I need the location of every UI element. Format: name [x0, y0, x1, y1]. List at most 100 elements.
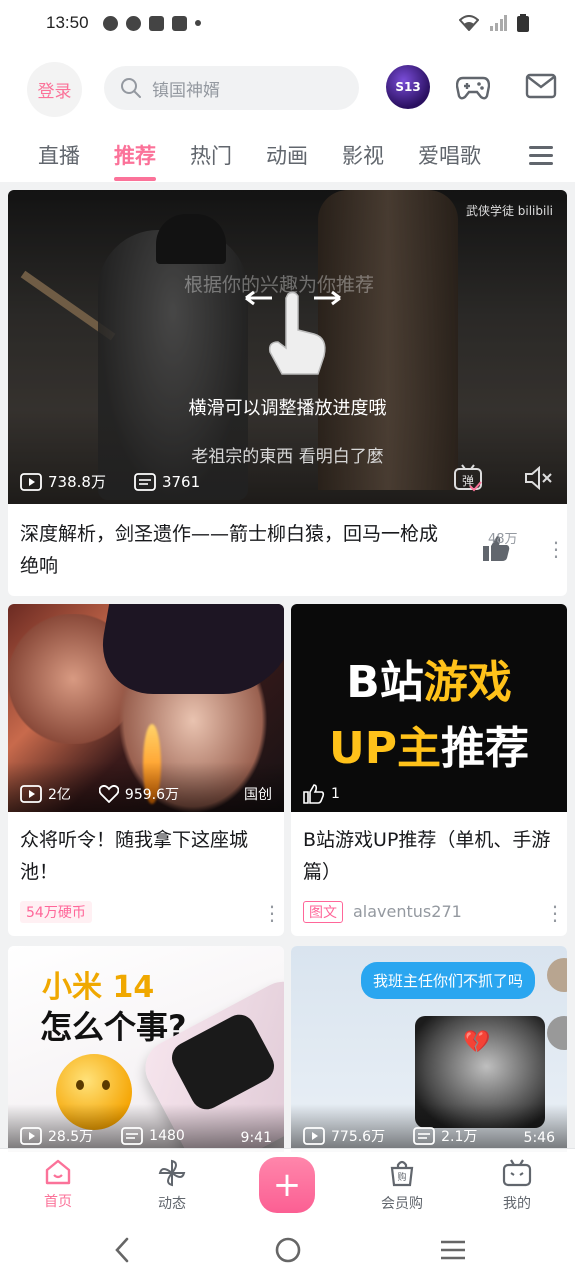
danmaku-count-icon [134, 472, 156, 491]
wifi-icon [459, 15, 479, 31]
play-count-icon [20, 472, 42, 491]
broken-heart-icon: 💔 [463, 1030, 491, 1055]
home-circle-icon[interactable] [274, 1236, 302, 1264]
danmaku-count-icon [413, 1127, 435, 1145]
featured-video-player[interactable]: 武侠学徒 bilibili 根据你的兴趣为你推荐 横滑可以调整播放进度哦 老祖宗… [8, 190, 567, 504]
thumb-title-1: 小米 14 [42, 970, 155, 1005]
video-card[interactable]: 我班主任你们不抓了吗 💔 775.6万 2.1万 5:46 [291, 946, 567, 1152]
video-subtitle: 老祖宗的東西 看明白了麼 [191, 447, 384, 467]
video-thumbnail[interactable]: 我班主任你们不抓了吗 💔 775.6万 2.1万 5:46 [291, 946, 567, 1152]
nav-mine[interactable]: 我的 [477, 1159, 557, 1213]
svg-text:购: 购 [397, 1171, 406, 1183]
s13-event-avatar[interactable]: S13 [386, 65, 430, 109]
video-card[interactable]: 2亿 959.6万 国创 众将听令！随我拿下这座城池！ 54万硬币 ⋮ [8, 604, 284, 936]
featured-video-title[interactable]: 深度解析，剑圣遗作——箭士柳白猿，回马一枪成绝响 [20, 518, 440, 582]
home-icon [45, 1159, 71, 1185]
play-count-icon [20, 785, 42, 803]
tab-film[interactable]: 影视 [342, 130, 384, 182]
video-thumbnail[interactable]: 小米 14 怎么个事? 28.5万 1480 9:41 [8, 946, 284, 1152]
top-header: 登录 镇国神婿 S13 [0, 46, 575, 130]
like-count: 1 [331, 786, 340, 802]
video-watermark: 武侠学徒 bilibili [465, 204, 553, 218]
publish-plus-button[interactable]: + [259, 1157, 315, 1213]
danmaku-count: 1480 [149, 1128, 185, 1144]
tab-anime[interactable]: 动画 [266, 130, 308, 182]
nav-dynamic[interactable]: 动态 [132, 1159, 212, 1213]
bilibili-notification-icon [148, 15, 164, 31]
thumb-text-line1: B站游戏 [346, 657, 512, 708]
tab-hot[interactable]: 热门 [190, 130, 232, 182]
featured-video-stats: 738.8万 3761 [20, 471, 200, 492]
nav-home[interactable]: 首页 [18, 1159, 98, 1211]
featured-more-icon[interactable]: ⋮ [546, 539, 566, 559]
recommend-feed[interactable]: 武侠学徒 bilibili 根据你的兴趣为你推荐 横滑可以调整播放进度哦 老祖宗… [0, 182, 575, 1152]
recents-menu-icon[interactable] [439, 1236, 467, 1264]
bottom-navigation: 首页 动态 + 购 会员购 我的 [0, 1148, 575, 1220]
danmaku-count: 2.1万 [441, 1129, 478, 1145]
battery-icon [517, 14, 529, 32]
shopping-bag-icon: 购 [390, 1160, 414, 1187]
featured-danmaku-count: 3761 [161, 472, 201, 491]
back-icon[interactable] [112, 1236, 132, 1264]
search-bar[interactable]: 镇国神婿 [104, 66, 359, 110]
tab-live[interactable]: 直播 [38, 130, 80, 182]
video-title[interactable]: 众将听令！随我拿下这座城池！ [20, 824, 272, 888]
bilibili-notification-icon-2 [171, 15, 187, 31]
chat-bubble: 我班主任你们不抓了吗 [361, 962, 536, 999]
info-icon [125, 15, 141, 31]
video-duration: 5:46 [523, 1130, 555, 1146]
tab-recommend[interactable]: 推荐 [114, 130, 156, 182]
tab-singing[interactable]: 爱唱歌 [418, 130, 481, 182]
coin-tag: 54万硬币 [20, 901, 92, 923]
heart-icon [98, 785, 119, 803]
featured-video-card[interactable]: 武侠学徒 bilibili 根据你的兴趣为你推荐 横滑可以调整播放进度哦 老祖宗… [8, 190, 567, 596]
video-thumbnail[interactable]: 2亿 959.6万 国创 [8, 604, 284, 812]
video-card[interactable]: 小米 14 怎么个事? 28.5万 1480 9:41 [8, 946, 284, 1152]
mute-icon[interactable] [523, 466, 553, 490]
article-title[interactable]: B站游戏UP推荐（单机、手游篇） [303, 824, 555, 888]
notification-app-icon [102, 15, 118, 31]
svg-text:弹: 弹 [462, 474, 474, 488]
more-notifications-dot [194, 20, 201, 26]
article-stats: 1 [303, 784, 340, 804]
play-count-icon [303, 1127, 325, 1145]
featured-view-count: 738.8万 [48, 473, 106, 491]
mail-icon[interactable] [525, 72, 557, 100]
more-icon[interactable]: ⋮ [545, 903, 565, 923]
nav-vip-shop[interactable]: 购 会员购 [362, 1159, 442, 1213]
game-controller-icon[interactable] [456, 72, 490, 102]
more-icon[interactable]: ⋮ [262, 903, 282, 923]
video-stats: 775.6万 2.1万 [303, 1126, 477, 1146]
danmaku-toggle-icon[interactable]: 弹 [453, 464, 483, 492]
article-thumbnail[interactable]: B站游戏 UP主推荐 1 [291, 604, 567, 812]
signal-icon [490, 15, 507, 31]
play-count-icon [20, 1127, 42, 1145]
video-stats: 28.5万 1480 [20, 1126, 185, 1146]
pinwheel-icon [158, 1159, 186, 1187]
status-time: 13:50 [46, 13, 89, 32]
swipe-hand-icon [245, 290, 341, 375]
article-card[interactable]: B站游戏 UP主推荐 1 B站游戏UP推荐（单机、手游篇） 图文 alavent… [291, 604, 567, 936]
author-name[interactable]: alaventus271 [353, 902, 462, 921]
status-bar: 13:50 [0, 0, 575, 46]
tv-icon [502, 1159, 532, 1187]
featured-like-count: 48万 [488, 532, 518, 547]
view-count: 28.5万 [48, 1129, 94, 1145]
gesture-hint: 横滑可以调整播放进度哦 [188, 398, 387, 419]
like-count: 959.6万 [124, 787, 180, 803]
article-type-tag: 图文 [303, 901, 343, 923]
category-badge: 国创 [244, 787, 272, 803]
video-stats: 2亿 959.6万 [20, 784, 179, 804]
notification-icons [102, 15, 201, 31]
thumb-up-icon [303, 784, 325, 804]
video-duration: 9:41 [240, 1130, 272, 1146]
search-placeholder: 镇国神婿 [152, 80, 220, 101]
view-count: 2亿 [48, 787, 71, 803]
thumb-text-line2: UP主推荐 [329, 723, 529, 774]
search-icon [121, 78, 141, 98]
channel-menu-icon[interactable] [529, 144, 553, 166]
danmaku-count-icon [121, 1127, 144, 1145]
channel-tabs: 直播 推荐 热门 动画 影视 爱唱歌 [0, 130, 575, 182]
system-navigation-bar [0, 1220, 575, 1280]
login-button[interactable]: 登录 [27, 62, 82, 117]
